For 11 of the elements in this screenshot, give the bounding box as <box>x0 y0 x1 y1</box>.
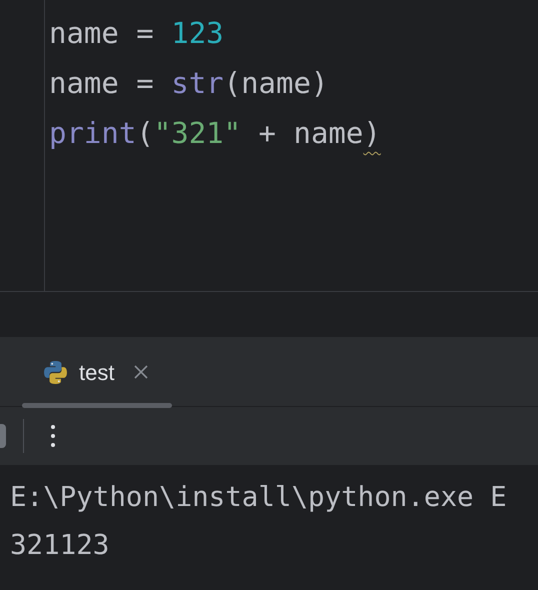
close-icon[interactable] <box>134 365 148 379</box>
console-line: E:\Python\install\python.exe E <box>10 480 508 515</box>
toolbar-button[interactable] <box>0 424 6 448</box>
code-line: print("321" + name) <box>49 115 381 152</box>
code-line: name = str(name) <box>49 65 330 102</box>
console-line: 321123 <box>10 528 110 563</box>
tab-label: test <box>79 358 114 386</box>
code-line: name = 123 <box>49 15 225 52</box>
run-tab[interactable]: test <box>43 337 148 407</box>
scrollbar-thumb[interactable] <box>22 403 172 408</box>
python-logo-icon <box>43 360 68 384</box>
